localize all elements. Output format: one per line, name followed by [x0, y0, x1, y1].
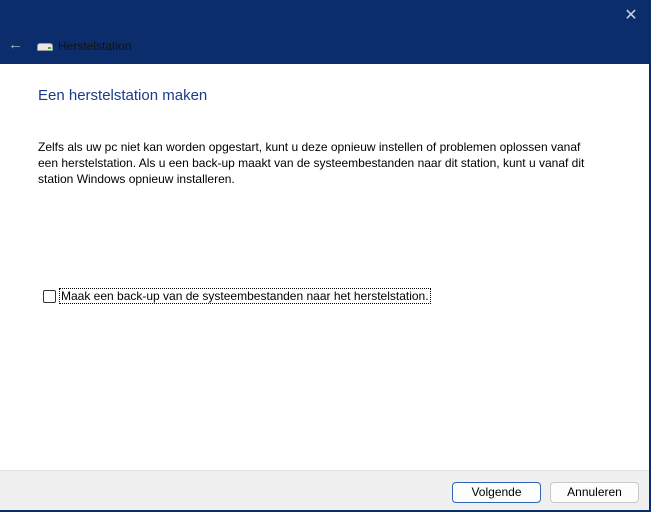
checkbox-label[interactable]: Maak een back-up van de systeembestanden… [59, 288, 431, 304]
recovery-drive-icon [37, 43, 53, 51]
title-bar: ✕ ← Herstelstation [0, 0, 651, 64]
footer: Volgende Annuleren [0, 470, 649, 510]
cancel-button[interactable]: Annuleren [550, 482, 639, 503]
close-icon[interactable]: ✕ [619, 6, 643, 26]
page-title: Een herstelstation maken [38, 87, 208, 104]
next-button[interactable]: Volgende [452, 482, 541, 503]
window-title: Herstelstation [58, 39, 132, 53]
wizard-content: Een herstelstation maken Zelfs als uw pc… [0, 64, 649, 470]
checkbox-box[interactable] [43, 289, 56, 303]
description-text: Zelfs als uw pc niet kan worden opgestar… [38, 140, 585, 186]
back-arrow-icon[interactable]: ← [8, 36, 23, 53]
backup-system-files-checkbox[interactable]: Maak een back-up van de systeembestanden… [43, 288, 431, 304]
